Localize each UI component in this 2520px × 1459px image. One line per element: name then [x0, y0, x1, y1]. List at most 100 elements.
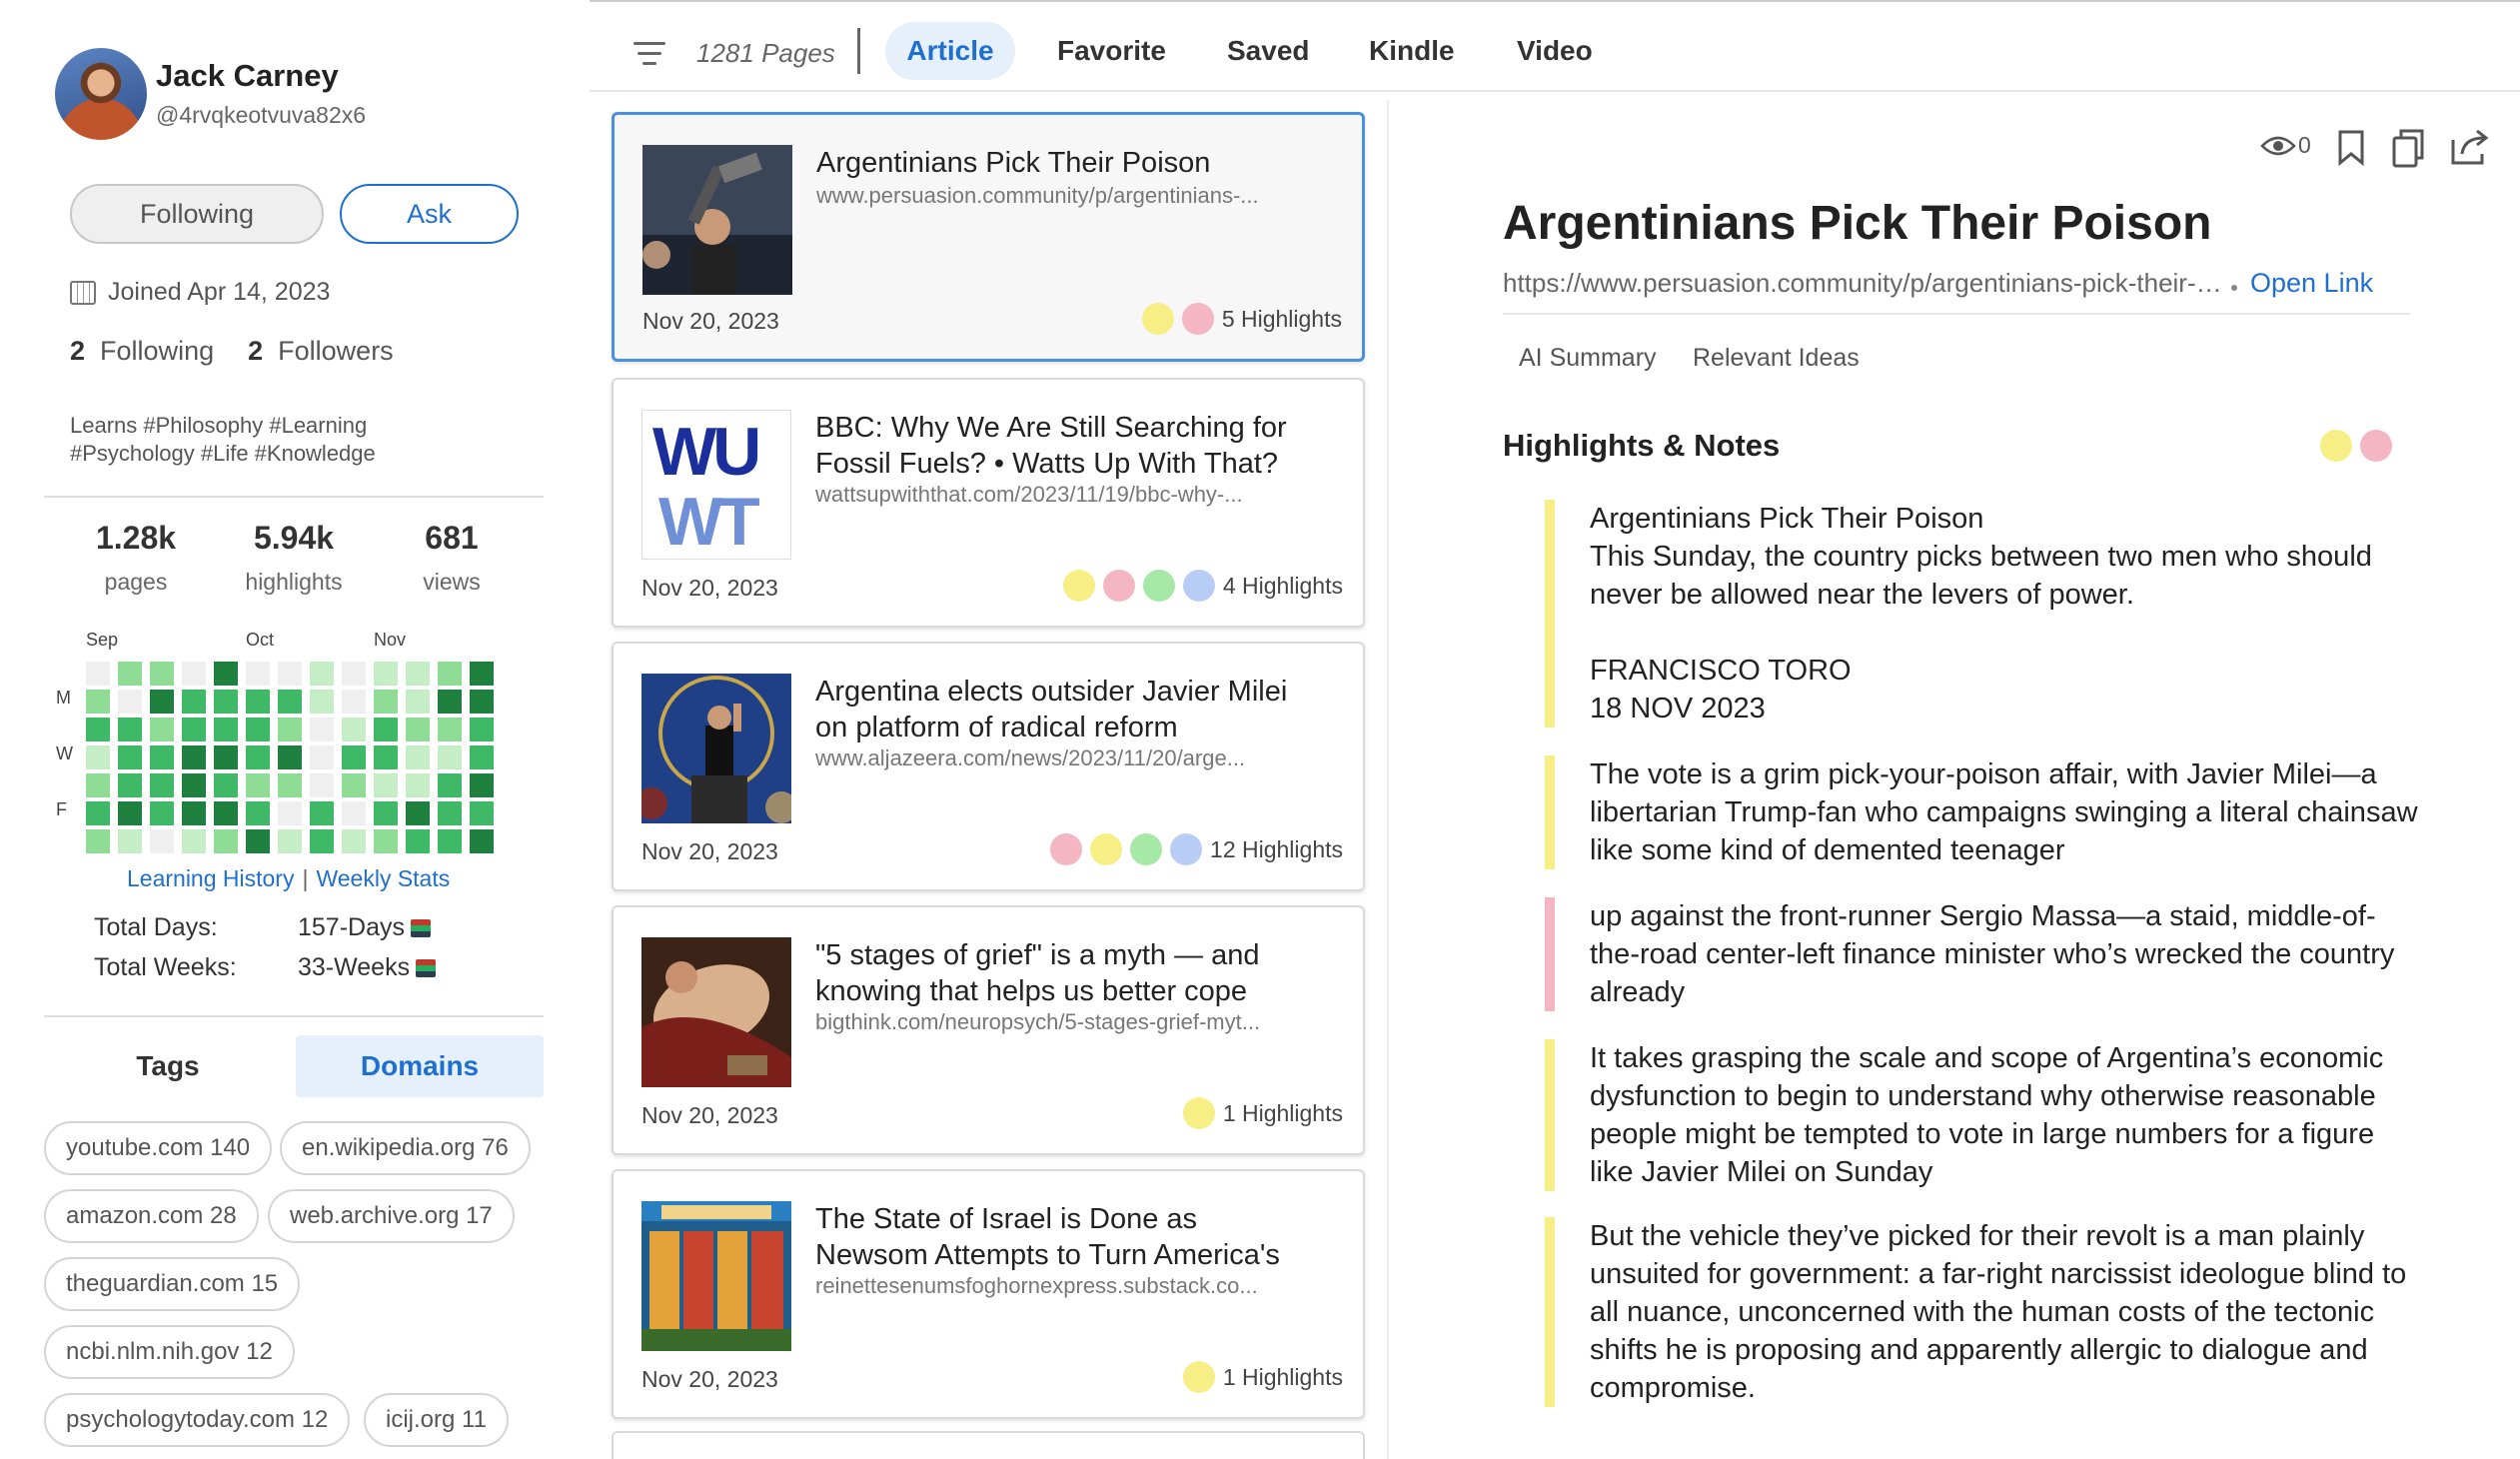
heatmap-cell [470, 801, 494, 825]
thumb-logo-top: WU [652, 414, 761, 490]
domain-chip[interactable]: amazon.com 28 [44, 1189, 259, 1243]
domain-chip[interactable]: youtube.com 140 [44, 1121, 273, 1175]
profile-name: Jack Carney [156, 58, 339, 93]
highlight-text: Argentinians Pick Their Poison This Sund… [1590, 503, 2372, 725]
heatmap-cell [278, 829, 302, 853]
joined-text: Joined Apr 14, 2023 [108, 278, 331, 306]
heatmap-cell [86, 745, 110, 769]
domain-chip[interactable]: en.wikipedia.org 76 [280, 1121, 531, 1175]
total-weeks-label: Total Weeks: [94, 953, 237, 981]
article-thumbnail [641, 937, 791, 1087]
domain-chip[interactable]: icij.org 11 [364, 1393, 509, 1447]
heatmap-cell [246, 718, 270, 741]
url-separator-dot [2231, 285, 2237, 291]
heatmap-cell [278, 801, 302, 825]
learning-history-link[interactable]: Learning History [127, 865, 294, 892]
heatmap-cell [406, 745, 430, 769]
highlight-count: 5 Highlights [1221, 305, 1342, 332]
followers-link[interactable]: 2 Followers [248, 336, 394, 367]
article-url: www.persuasion.community/p/argentinians-… [816, 183, 1259, 208]
filter-icon[interactable] [633, 42, 665, 66]
top-border [590, 0, 2520, 2]
heatmap-cell [246, 773, 270, 797]
tab-domains[interactable]: Domains [296, 1035, 544, 1097]
highlight-dot-blue [1170, 833, 1203, 865]
highlight-block[interactable]: The vote is a grim pick-your-poison affa… [1545, 755, 2424, 869]
heatmap-cell [438, 662, 462, 686]
domain-chip[interactable]: theguardian.com 15 [44, 1257, 301, 1311]
highlight-summary: 12 Highlights [1050, 833, 1343, 865]
total-days-label: Total Days: [94, 913, 218, 941]
domain-chip[interactable]: ncbi.nlm.nih.gov 12 [44, 1325, 295, 1379]
bookmark-icon[interactable] [2336, 130, 2366, 166]
heatmap-cell [118, 745, 142, 769]
tab-ai-summary[interactable]: AI Summary [1519, 344, 1657, 373]
article-card[interactable]: "5 stages of grief" is a myth — and know… [612, 905, 1365, 1155]
tab-video[interactable]: Video [1499, 22, 1611, 80]
tab-kindle[interactable]: Kindle [1351, 22, 1473, 80]
highlight-bar [1545, 1217, 1555, 1407]
highlight-dot-yellow[interactable] [2320, 430, 2352, 462]
tab-relevant-ideas[interactable]: Relevant Ideas [1693, 344, 1860, 373]
article-card[interactable]: Argentinians Pick Their Poison www.persu… [612, 112, 1365, 362]
article-card[interactable]: Argentina elects outsider Javier Milei o… [612, 642, 1365, 891]
copy-icon[interactable] [2390, 128, 2426, 168]
tab-article[interactable]: Article [885, 22, 1015, 80]
heatmap-cell [150, 662, 174, 686]
heatmap-cell [342, 829, 366, 853]
article-url: reinettesenumsfoghornexpress.substack.co… [815, 1273, 1258, 1298]
heatmap-cell [150, 829, 174, 853]
heatmap-cell [86, 690, 110, 714]
highlight-summary: 4 Highlights [1062, 570, 1343, 602]
total-weeks: Total Weeks: 33-Weeks [94, 953, 437, 982]
domain-chip[interactable]: web.archive.org 17 [268, 1189, 515, 1243]
article-title: Argentinians Pick Their Poison [816, 147, 1211, 179]
highlight-dot-pink [1181, 303, 1214, 335]
avatar[interactable] [55, 48, 147, 140]
tab-favorite[interactable]: Favorite [1039, 22, 1184, 80]
highlight-dot-yellow [1062, 570, 1095, 602]
heatmap-cell [86, 801, 110, 825]
following-link[interactable]: 2 Following [70, 336, 214, 367]
weekly-stats-link[interactable]: Weekly Stats [316, 865, 450, 892]
heatmap-cell [246, 801, 270, 825]
heatmap-cell [374, 829, 398, 853]
tab-tags[interactable]: Tags [44, 1035, 292, 1097]
following-button[interactable]: Following [70, 184, 324, 244]
heatmap-cell [342, 773, 366, 797]
heatmap-cell [86, 662, 110, 686]
heatmap-month-label: Oct [246, 630, 275, 650]
article-card[interactable]: WU WT BBC: Why We Are Still Searching fo… [612, 378, 1365, 628]
heatmap-cell [214, 690, 238, 714]
highlight-block[interactable]: It takes grasping the scale and scope of… [1545, 1039, 2424, 1191]
heatmap-cell [438, 745, 462, 769]
article-full-url[interactable]: https://www.persuasion.community/p/argen… [1503, 268, 2222, 299]
heatmap-cell [310, 829, 334, 853]
heatmap-cell [374, 718, 398, 741]
heatmap-cell [150, 718, 174, 741]
stat-value: 1.28k [95, 520, 177, 556]
domain-chip[interactable]: psychologytoday.com 12 [44, 1393, 351, 1447]
article-url: bigthink.com/neuropsych/5-stages-grief-m… [815, 1009, 1261, 1034]
article-card[interactable] [612, 1431, 1365, 1459]
share-icon[interactable] [2450, 128, 2490, 166]
article-title: BBC: Why We Are Still Searching for Foss… [815, 412, 1287, 480]
highlight-block[interactable]: But the vehicle they’ve picked for their… [1545, 1217, 2424, 1407]
open-link-button[interactable]: Open Link [2250, 268, 2373, 299]
highlight-block[interactable]: up against the front-runner Sergio Massa… [1545, 897, 2424, 1011]
highlight-dot-yellow [1141, 303, 1174, 335]
divider [1503, 313, 2410, 315]
heatmap-cell [438, 801, 462, 825]
heatmap-cell [310, 773, 334, 797]
heatmap-cell [182, 662, 206, 686]
heatmap-cell [150, 745, 174, 769]
highlight-dot-pink [1050, 833, 1083, 865]
calendar-icon [70, 280, 96, 305]
tab-saved[interactable]: Saved [1209, 22, 1328, 80]
highlight-dot-pink[interactable] [2360, 430, 2392, 462]
highlight-block[interactable]: Argentinians Pick Their Poison This Sund… [1545, 500, 2424, 728]
article-card[interactable]: The State of Israel is Done as Newsom At… [612, 1169, 1365, 1419]
pane-divider [1387, 100, 1389, 1459]
ask-button[interactable]: Ask [340, 184, 519, 244]
article-date: Nov 20, 2023 [641, 1102, 778, 1128]
